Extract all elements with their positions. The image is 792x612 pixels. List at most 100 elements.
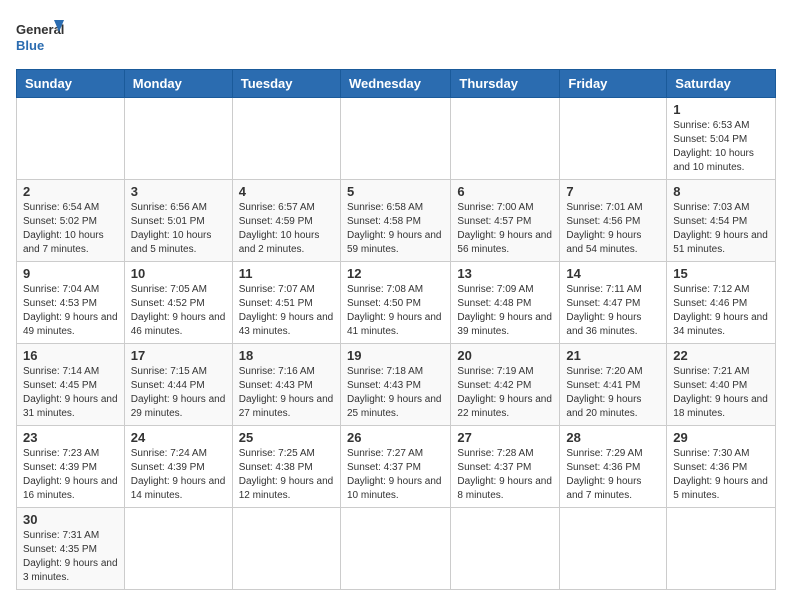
calendar-cell: 14 Sunrise: 7:11 AM Sunset: 4:47 PM Dayli… [560,262,667,344]
day-number: 19 [347,348,444,363]
day-number: 11 [239,266,334,281]
day-number: 1 [673,102,769,117]
weekday-header: Tuesday [232,70,340,98]
calendar-cell: 13 Sunrise: 7:09 AM Sunset: 4:48 PM Dayli… [451,262,560,344]
day-number: 17 [131,348,226,363]
calendar-cell [560,508,667,590]
calendar-cell [560,98,667,180]
weekday-header: Wednesday [340,70,450,98]
calendar-cell: 5 Sunrise: 6:58 AM Sunset: 4:58 PM Daylig… [340,180,450,262]
calendar-cell [124,98,232,180]
weekday-header: Saturday [667,70,776,98]
weekday-row: SundayMondayTuesdayWednesdayThursdayFrid… [17,70,776,98]
calendar-cell: 1Sunrise: 6:53 AM Sunset: 5:04 PM Daylig… [667,98,776,180]
calendar-cell [667,508,776,590]
calendar-cell: 28 Sunrise: 7:29 AM Sunset: 4:36 PM Dayli… [560,426,667,508]
day-info: Sunrise: 6:54 AM Sunset: 5:02 PM Dayligh… [23,201,118,257]
day-number: 2 [23,184,118,199]
calendar-cell: 17 Sunrise: 7:15 AM Sunset: 4:44 PM Dayli… [124,344,232,426]
day-info: Sunrise: 7:27 AM Sunset: 4:37 PM Dayligh… [347,447,444,503]
weekday-header: Sunday [17,70,125,98]
day-number: 27 [457,430,553,445]
calendar-cell: 18Sunrise: 7:16 AM Sunset: 4:43 PM Dayli… [232,344,340,426]
day-info: Sunrise: 7:15 AM Sunset: 4:44 PM Dayligh… [131,365,226,421]
calendar-week-row: 16 Sunrise: 7:14 AM Sunset: 4:45 PM Dayli… [17,344,776,426]
day-info: Sunrise: 7:18 AM Sunset: 4:43 PM Dayligh… [347,365,444,421]
day-number: 8 [673,184,769,199]
day-info: Sunrise: 6:58 AM Sunset: 4:58 PM Dayligh… [347,201,444,257]
calendar-cell [17,98,125,180]
day-info: Sunrise: 7:14 AM Sunset: 4:45 PM Dayligh… [23,365,118,421]
weekday-header: Friday [560,70,667,98]
day-number: 22 [673,348,769,363]
calendar-cell: 4Sunrise: 6:57 AM Sunset: 4:59 PM Daylig… [232,180,340,262]
calendar-cell [451,508,560,590]
day-info: Sunrise: 6:56 AM Sunset: 5:01 PM Dayligh… [131,201,226,257]
day-number: 5 [347,184,444,199]
day-number: 24 [131,430,226,445]
day-number: 25 [239,430,334,445]
calendar-cell [340,508,450,590]
day-number: 10 [131,266,226,281]
weekday-header: Thursday [451,70,560,98]
calendar-cell: 3Sunrise: 6:56 AM Sunset: 5:01 PM Daylig… [124,180,232,262]
day-number: 6 [457,184,553,199]
day-number: 28 [566,430,660,445]
day-info: Sunrise: 7:00 AM Sunset: 4:57 PM Dayligh… [457,201,553,257]
day-info: Sunrise: 7:12 AM Sunset: 4:46 PM Dayligh… [673,283,769,339]
calendar-cell: 23Sunrise: 7:23 AM Sunset: 4:39 PM Dayli… [17,426,125,508]
calendar-cell: 7Sunrise: 7:01 AM Sunset: 4:56 PM Daylig… [560,180,667,262]
day-info: Sunrise: 7:30 AM Sunset: 4:36 PM Dayligh… [673,447,769,503]
calendar-cell [232,98,340,180]
day-info: Sunrise: 7:20 AM Sunset: 4:41 PM Dayligh… [566,365,660,421]
calendar-cell [232,508,340,590]
day-number: 15 [673,266,769,281]
calendar-cell: 16 Sunrise: 7:14 AM Sunset: 4:45 PM Dayli… [17,344,125,426]
day-info: Sunrise: 7:11 AM Sunset: 4:47 PM Dayligh… [566,283,660,339]
day-number: 14 [566,266,660,281]
day-info: Sunrise: 7:04 AM Sunset: 4:53 PM Dayligh… [23,283,118,339]
calendar-cell: 24 Sunrise: 7:24 AM Sunset: 4:39 PM Dayli… [124,426,232,508]
day-info: Sunrise: 7:07 AM Sunset: 4:51 PM Dayligh… [239,283,334,339]
calendar-week-row: 30Sunrise: 7:31 AM Sunset: 4:35 PM Dayli… [17,508,776,590]
day-info: Sunrise: 7:09 AM Sunset: 4:48 PM Dayligh… [457,283,553,339]
day-number: 29 [673,430,769,445]
calendar-cell: 29 Sunrise: 7:30 AM Sunset: 4:36 PM Dayli… [667,426,776,508]
calendar-cell: 9Sunrise: 7:04 AM Sunset: 4:53 PM Daylig… [17,262,125,344]
calendar-cell: 11 Sunrise: 7:07 AM Sunset: 4:51 PM Dayli… [232,262,340,344]
calendar-week-row: 9Sunrise: 7:04 AM Sunset: 4:53 PM Daylig… [17,262,776,344]
day-info: Sunrise: 7:29 AM Sunset: 4:36 PM Dayligh… [566,447,660,503]
calendar-week-row: 1Sunrise: 6:53 AM Sunset: 5:04 PM Daylig… [17,98,776,180]
calendar-cell [340,98,450,180]
calendar-cell: 6 Sunrise: 7:00 AM Sunset: 4:57 PM Daylig… [451,180,560,262]
logo: General Blue [16,16,66,61]
day-info: Sunrise: 7:24 AM Sunset: 4:39 PM Dayligh… [131,447,226,503]
logo-svg: General Blue [16,16,66,61]
day-number: 30 [23,512,118,527]
calendar-cell: 8Sunrise: 7:03 AM Sunset: 4:54 PM Daylig… [667,180,776,262]
calendar-cell: 20 Sunrise: 7:19 AM Sunset: 4:42 PM Dayli… [451,344,560,426]
calendar-cell: 19 Sunrise: 7:18 AM Sunset: 4:43 PM Dayli… [340,344,450,426]
day-info: Sunrise: 7:23 AM Sunset: 4:39 PM Dayligh… [23,447,118,503]
calendar-cell: 30Sunrise: 7:31 AM Sunset: 4:35 PM Dayli… [17,508,125,590]
calendar-cell: 22Sunrise: 7:21 AM Sunset: 4:40 PM Dayli… [667,344,776,426]
calendar-cell: 25Sunrise: 7:25 AM Sunset: 4:38 PM Dayli… [232,426,340,508]
calendar-header: SundayMondayTuesdayWednesdayThursdayFrid… [17,70,776,98]
day-number: 26 [347,430,444,445]
calendar-cell [451,98,560,180]
day-info: Sunrise: 7:16 AM Sunset: 4:43 PM Dayligh… [239,365,334,421]
calendar-body: 1Sunrise: 6:53 AM Sunset: 5:04 PM Daylig… [17,98,776,590]
svg-text:Blue: Blue [16,38,44,53]
day-info: Sunrise: 7:19 AM Sunset: 4:42 PM Dayligh… [457,365,553,421]
day-info: Sunrise: 7:08 AM Sunset: 4:50 PM Dayligh… [347,283,444,339]
day-number: 13 [457,266,553,281]
day-number: 20 [457,348,553,363]
page-header: General Blue [16,16,776,61]
day-number: 21 [566,348,660,363]
day-number: 16 [23,348,118,363]
calendar-cell: 15 Sunrise: 7:12 AM Sunset: 4:46 PM Dayli… [667,262,776,344]
day-number: 12 [347,266,444,281]
calendar-cell: 26 Sunrise: 7:27 AM Sunset: 4:37 PM Dayli… [340,426,450,508]
calendar-week-row: 23Sunrise: 7:23 AM Sunset: 4:39 PM Dayli… [17,426,776,508]
calendar-cell: 27Sunrise: 7:28 AM Sunset: 4:37 PM Dayli… [451,426,560,508]
